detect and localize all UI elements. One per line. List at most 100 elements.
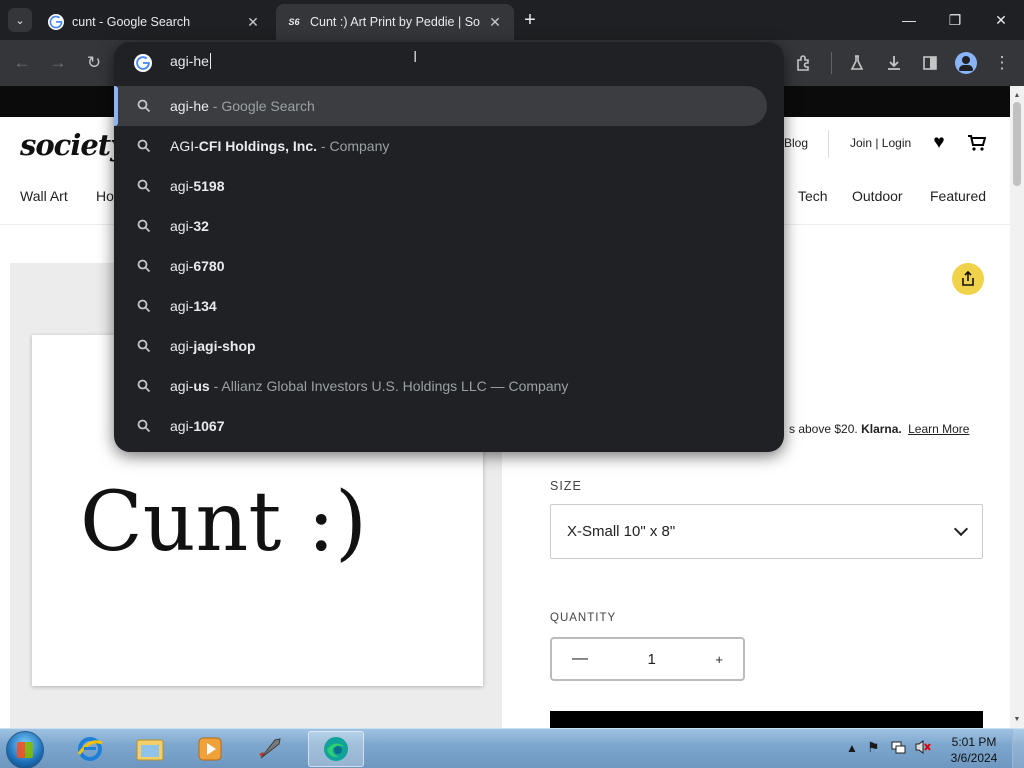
tab-search-button[interactable]: ⌄ — [8, 8, 32, 32]
klarna-info: s above $20. Klarna. Learn More — [789, 422, 969, 436]
society6-favicon: S6 — [288, 17, 300, 27]
suggestion-typed: agi- — [170, 178, 194, 194]
back-icon[interactable]: ← — [10, 51, 34, 75]
suggestion-text: AGI-CFI Holdings, Inc. - Company — [170, 138, 389, 154]
suggestion-item[interactable]: agi-us - Allianz Global Investors U.S. H… — [114, 366, 784, 406]
suggestion-typed: agi- — [170, 258, 194, 274]
nav-outdoor[interactable]: Outdoor — [852, 188, 903, 204]
file-explorer-icon[interactable] — [122, 731, 178, 767]
learn-more-link[interactable]: Learn More — [908, 422, 969, 436]
nav-home[interactable]: Ho — [96, 188, 114, 204]
suggestion-item[interactable]: agi-he - Google Search — [114, 86, 767, 126]
quantity-decrease-button[interactable]: — — [572, 650, 588, 668]
heart-icon[interactable]: ♥ — [928, 132, 950, 154]
omnibox-input[interactable]: agi-he — [170, 53, 211, 69]
suggestion-typed: agi- — [170, 298, 194, 314]
size-select[interactable]: X-Small 10" x 8" — [550, 504, 983, 559]
minimize-button[interactable]: — — [886, 0, 932, 40]
suggestion-completion: 32 — [193, 218, 209, 234]
suggestion-item[interactable]: agi-6780 — [114, 246, 784, 286]
close-icon[interactable]: ✕ — [244, 14, 262, 31]
search-icon — [136, 218, 152, 234]
rocket-app-icon[interactable] — [242, 731, 298, 767]
taskbar: ▲ ⚑ 5:01 PM 3/6/2024 — [0, 728, 1024, 768]
profile-avatar-icon[interactable] — [955, 52, 977, 74]
quantity-increase-button[interactable]: + — [715, 652, 723, 667]
suggestion-text: agi-5198 — [170, 178, 225, 194]
omnibox-input-text: agi-he — [170, 53, 209, 69]
share-icon[interactable] — [952, 263, 984, 295]
search-icon — [136, 338, 152, 354]
suggestion-desc: - Allianz Global Investors U.S. Holdings… — [209, 378, 569, 394]
search-icon — [136, 378, 152, 394]
extensions-icon[interactable] — [792, 51, 816, 75]
edge-browser-icon[interactable] — [308, 731, 364, 767]
scrollbar-thumb[interactable] — [1013, 102, 1021, 186]
cart-icon[interactable] — [966, 132, 988, 154]
tab-google-search[interactable]: cunt - Google Search ✕ — [38, 4, 272, 40]
nav-wall-art[interactable]: Wall Art — [20, 188, 68, 204]
clock-time: 5:01 PM — [951, 735, 997, 749]
omnibox-input-row[interactable]: agi-he I — [114, 42, 784, 84]
chevron-down-icon: ⌄ — [15, 14, 25, 27]
labs-flask-icon[interactable] — [845, 51, 869, 75]
suggestion-text: agi-he - Google Search — [170, 98, 315, 114]
scroll-down-arrow-icon[interactable]: ▼ — [1010, 712, 1024, 726]
forward-icon[interactable]: → — [46, 51, 70, 75]
add-to-cart-button[interactable] — [550, 711, 983, 728]
restore-button[interactable]: ❐ — [932, 0, 978, 40]
suggestion-typed: agi- — [170, 218, 194, 234]
blog-link[interactable]: Blog — [784, 136, 808, 150]
menu-kebab-icon[interactable]: ⋮ — [990, 51, 1014, 75]
show-desktop-button[interactable] — [1012, 729, 1024, 768]
nav-featured[interactable]: Featured — [930, 188, 986, 204]
suggestion-item[interactable]: agi-5198 — [114, 166, 784, 206]
suggestion-typed: agi- — [170, 378, 194, 394]
page-scrollbar[interactable]: ▲ ▼ — [1010, 86, 1024, 728]
scroll-up-arrow-icon[interactable]: ▲ — [1010, 88, 1024, 102]
suggestion-text: agi-6780 — [170, 258, 225, 274]
start-button-icon[interactable] — [6, 731, 44, 768]
network-icon[interactable] — [890, 739, 906, 758]
tab-art-print[interactable]: S6 Cunt :) Art Print by Peddie | So ✕ — [276, 4, 514, 40]
tab-strip: ⌄ cunt - Google Search ✕ S6 Cunt :) Art … — [0, 0, 1024, 40]
toolbar-separator — [831, 52, 832, 74]
close-window-button[interactable]: ✕ — [978, 0, 1024, 40]
action-center-flag-icon[interactable]: ⚑ — [867, 739, 880, 756]
suggestion-text: agi-1067 — [170, 418, 225, 434]
new-tab-button[interactable]: + — [520, 8, 540, 32]
suggestion-completion: us — [193, 378, 210, 394]
reload-icon[interactable]: ↻ — [82, 51, 106, 75]
tab-title: Cunt :) Art Print by Peddie | So — [310, 15, 480, 29]
suggestion-item[interactable]: agi-134 — [114, 286, 784, 326]
suggestion-completion: 134 — [193, 298, 217, 314]
society6-logo[interactable]: society — [20, 128, 127, 162]
suggestion-completion: 5198 — [193, 178, 225, 194]
search-icon — [136, 418, 152, 434]
suggestion-item[interactable]: AGI-CFI Holdings, Inc. - Company — [114, 126, 784, 166]
tray-expand-icon[interactable]: ▲ — [846, 741, 858, 755]
suggestion-desc: - Google Search — [208, 98, 315, 114]
volume-muted-icon[interactable] — [914, 739, 932, 758]
suggestion-item[interactable]: agi-1067 — [114, 406, 784, 446]
system-clock[interactable]: 5:01 PM 3/6/2024 — [944, 734, 1004, 766]
search-icon — [136, 298, 152, 314]
search-icon — [136, 258, 152, 274]
media-player-icon[interactable] — [182, 731, 238, 767]
screen: ⌄ cunt - Google Search ✕ S6 Cunt :) Art … — [0, 0, 1024, 768]
ibeam-cursor-icon: I — [413, 49, 418, 66]
internet-explorer-icon[interactable] — [62, 731, 118, 767]
nav-tech[interactable]: Tech — [798, 188, 828, 204]
size-label: SIZE — [550, 479, 582, 493]
download-icon[interactable] — [882, 51, 906, 75]
suggestion-item[interactable]: agi-jagi-shop — [114, 326, 784, 366]
join-login-link[interactable]: Join | Login — [850, 136, 911, 150]
suggestion-typed: agi- — [170, 418, 194, 434]
close-icon[interactable]: ✕ — [486, 14, 504, 31]
suggestion-completion: CFI Holdings, Inc. — [198, 138, 318, 154]
quantity-value[interactable]: 1 — [648, 651, 656, 668]
side-panel-icon[interactable] — [918, 51, 942, 75]
suggestion-item[interactable]: agi-32 — [114, 206, 784, 246]
klarna-brand: Klarna. — [861, 422, 902, 436]
header-divider — [828, 130, 829, 158]
